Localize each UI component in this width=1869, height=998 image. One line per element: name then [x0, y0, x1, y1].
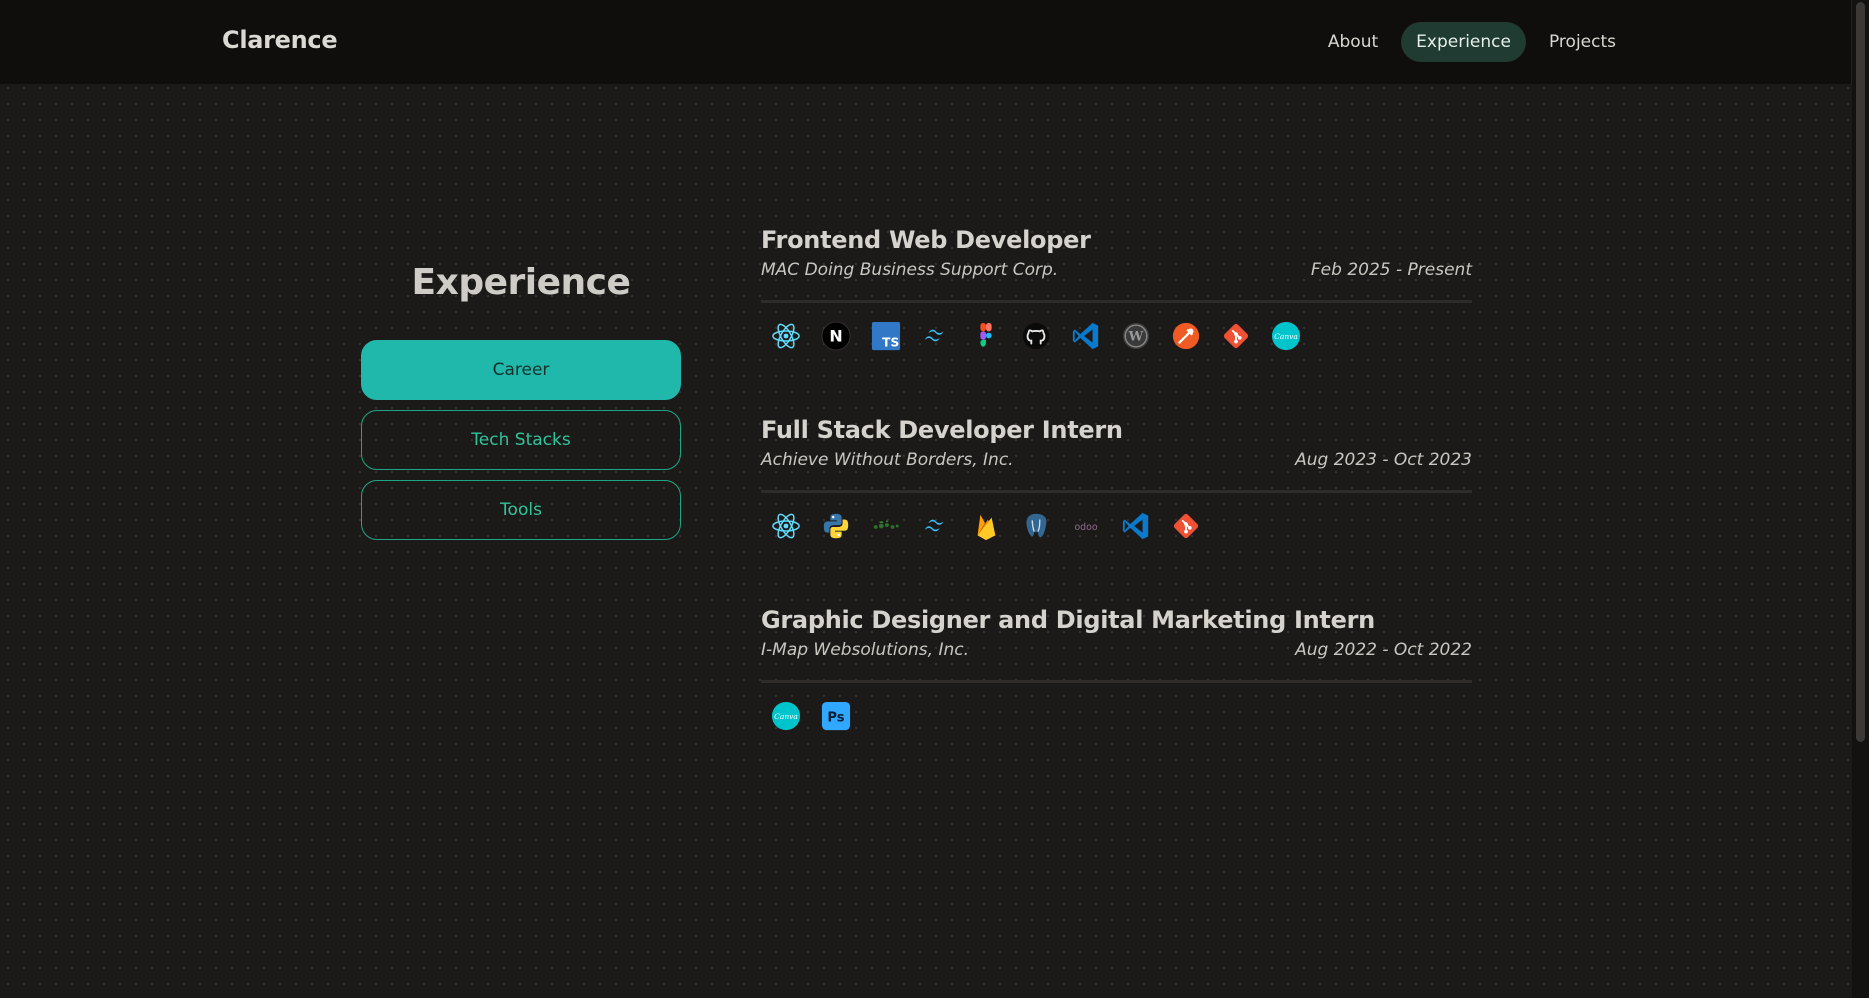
odoo-icon-label: odoo: [1074, 522, 1097, 533]
job-divider: [761, 490, 1472, 493]
nextjs-icon-label: N: [829, 327, 842, 346]
tailwind-icon: [921, 511, 951, 541]
brand-logo[interactable]: Clarence: [222, 26, 338, 54]
tab-tech-stacks[interactable]: Tech Stacks: [361, 410, 681, 470]
tech-icon-list: N TS W Canva: [761, 321, 1472, 351]
tab-tools[interactable]: Tools: [361, 480, 681, 540]
canva-icon: Canva: [771, 701, 801, 731]
job-period: Feb 2025 - Present: [1310, 260, 1472, 280]
job-title: Full Stack Developer Intern: [761, 416, 1123, 444]
firebase-icon: [971, 511, 1001, 541]
tab-career[interactable]: Career: [361, 340, 681, 400]
react-icon: [771, 321, 801, 351]
odoo-icon: odoo: [1071, 511, 1101, 541]
nextjs-icon: N: [821, 321, 851, 351]
postman-icon: [1171, 321, 1201, 351]
job-title: Frontend Web Developer: [761, 226, 1091, 254]
canva-icon: Canva: [1271, 321, 1301, 351]
wordpress-icon-label: W: [1128, 330, 1144, 345]
scrollbar-thumb[interactable]: [1856, 2, 1865, 742]
job-entry: Frontend Web Developer MAC Doing Busines…: [761, 226, 1472, 351]
nav-item-experience[interactable]: Experience: [1401, 22, 1526, 62]
page-scrollbar[interactable]: [1852, 0, 1869, 998]
job-period: Aug 2022 - Oct 2022: [1295, 640, 1472, 660]
nav-item-projects[interactable]: Projects: [1534, 22, 1631, 62]
git-icon: [1221, 321, 1251, 351]
job-divider: [761, 300, 1472, 303]
react-icon: [771, 511, 801, 541]
job-title: Graphic Designer and Digital Marketing I…: [761, 606, 1375, 634]
job-company: I-Map Websolutions, Inc.: [761, 640, 970, 660]
nodejs-icon: [871, 511, 901, 541]
section-title: Experience: [411, 262, 631, 303]
canva-icon-label: Canva: [1274, 332, 1298, 341]
figma-icon: [971, 321, 1001, 351]
vscode-icon: [1121, 511, 1151, 541]
tailwind-icon: [921, 321, 951, 351]
git-icon: [1171, 511, 1201, 541]
main-nav: About Experience Projects: [1313, 22, 1631, 62]
job-entry: Full Stack Developer Intern Achieve With…: [761, 416, 1472, 541]
top-navbar: Clarence About Experience Projects: [0, 0, 1852, 84]
tech-icon-list: Canva Ps: [761, 701, 1472, 731]
wordpress-icon: W: [1121, 321, 1151, 351]
job-company: MAC Doing Business Support Corp.: [761, 260, 1059, 280]
photoshop-icon: Ps: [821, 701, 851, 731]
tech-icon-list: odoo: [761, 511, 1472, 541]
job-entry: Graphic Designer and Digital Marketing I…: [761, 606, 1472, 731]
job-period: Aug 2023 - Oct 2023: [1295, 450, 1472, 470]
github-icon: [1021, 321, 1051, 351]
typescript-icon: TS: [871, 321, 901, 351]
canva-icon-label: Canva: [774, 712, 798, 721]
vscode-icon: [1071, 321, 1101, 351]
photoshop-icon-label: Ps: [827, 711, 844, 726]
nav-item-about[interactable]: About: [1313, 22, 1393, 62]
postgresql-icon: [1021, 511, 1051, 541]
python-icon: [821, 511, 851, 541]
job-company: Achieve Without Borders, Inc.: [761, 450, 1014, 470]
job-divider: [761, 680, 1472, 683]
typescript-icon-label: TS: [882, 335, 899, 349]
